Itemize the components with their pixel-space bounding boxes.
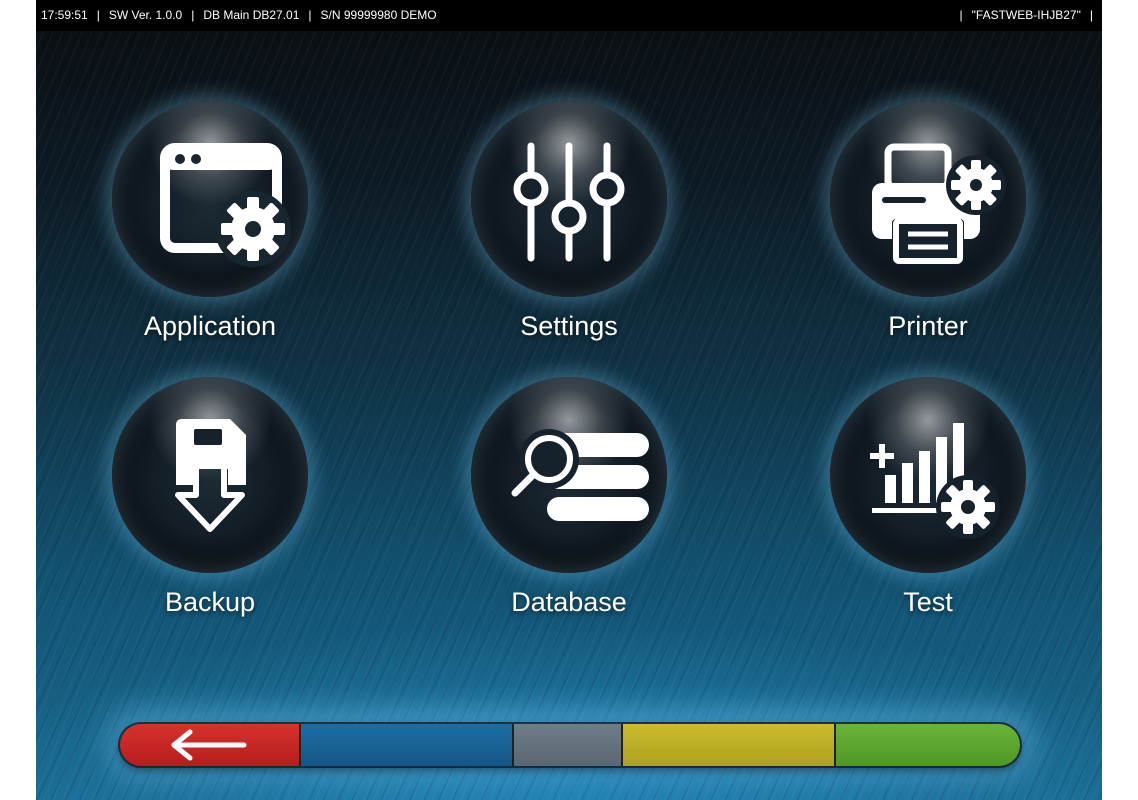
backup-button[interactable] [112,377,308,573]
settings-button[interactable] [471,101,667,297]
status-network: "FASTWEB-IHJB27" [971,8,1081,22]
status-time: 17:59:51 [41,8,88,22]
application-tile[interactable]: Application [60,101,360,381]
test-chart-gear-icon [870,423,1000,539]
back-arrow-icon [171,729,247,761]
backup-download-icon [175,419,246,532]
test-button[interactable] [830,377,1026,573]
gray-function-button[interactable] [514,724,621,766]
database-search-icon [511,429,649,521]
main-screen: 17:59:51 | SW Ver. 1.0.0 | DB Main DB27.01 | S… [36,0,1102,800]
settings-label: Settings [520,311,618,341]
application-gear-icon [160,143,291,267]
test-tile[interactable]: Test [778,377,1078,657]
status-serial: S/N 99999980 DEMO [320,8,437,22]
status-separator: | [308,8,312,22]
application-label: Application [143,311,277,341]
backup-label: Backup [164,587,256,617]
status-right: | "FASTWEB-IHJB27" | [951,0,1102,31]
database-label: Database [511,587,627,617]
status-db-main: DB Main DB27.01 [203,8,300,22]
status-bar: 17:59:51 | SW Ver. 1.0.0 | DB Main DB27.01 | S… [36,0,1102,31]
back-button[interactable] [120,724,299,766]
printer-tile[interactable]: Printer [778,101,1078,381]
database-button[interactable] [471,377,667,573]
blue-function-button[interactable] [301,724,512,766]
printer-button[interactable] [830,101,1026,297]
printer-label: Printer [888,311,968,341]
application-button[interactable] [112,101,308,297]
printer-gear-icon [872,143,1006,264]
backup-tile[interactable]: Backup [60,377,360,657]
status-separator: | [96,8,100,22]
status-left: 17:59:51 | SW Ver. 1.0.0 | DB Main DB27.01 | S… [41,0,437,31]
status-sw-version: SW Ver. 1.0.0 [108,8,183,22]
status-separator: | [959,8,963,22]
function-key-bar [120,724,1020,766]
green-function-button[interactable] [836,724,1020,766]
database-tile[interactable]: Database [419,377,719,657]
sliders-icon [513,142,625,262]
status-separator: | [191,8,195,22]
status-separator: | [1089,8,1093,22]
test-label: Test [903,587,953,617]
settings-tile[interactable]: Settings [419,101,719,381]
yellow-function-button[interactable] [623,724,834,766]
